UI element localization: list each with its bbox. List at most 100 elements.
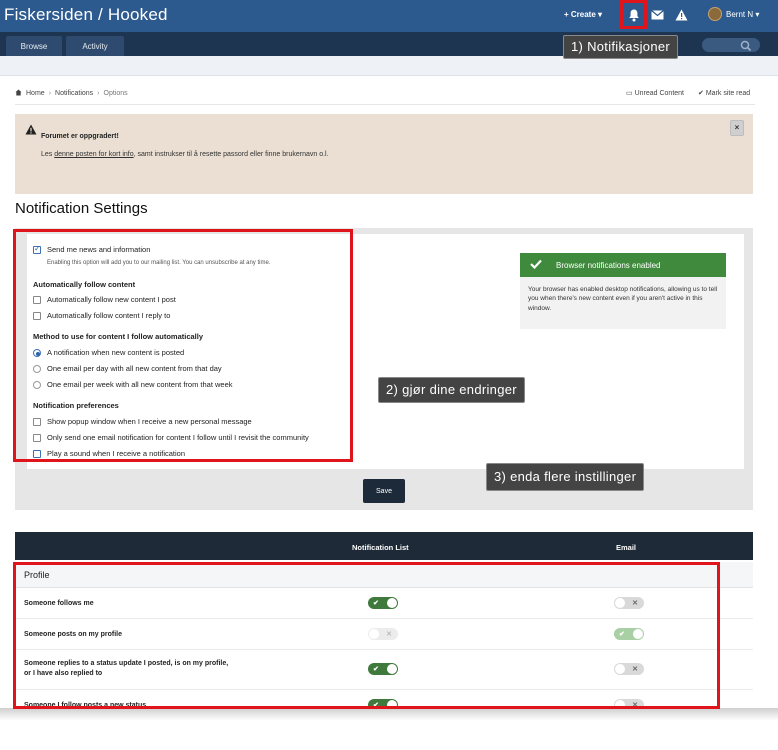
top-header: Fiskersiden / Hooked + Create ▾ Bernt N … (0, 0, 778, 32)
auto-follow-reply-label: Automatically follow content I reply to (47, 311, 171, 320)
sub-nav-strip (0, 56, 778, 76)
warning-icon[interactable] (672, 7, 690, 23)
search-icon[interactable] (740, 39, 752, 52)
checkmark-icon: ✔ (698, 90, 704, 97)
popup-label: Show popup window when I receive a new p… (47, 417, 252, 426)
user-name: Bernt N ▾ (726, 9, 760, 19)
sound-checkbox[interactable] (33, 449, 41, 458)
tab-browse[interactable]: Browse (6, 36, 62, 56)
column-notification-list: Notification List (352, 543, 409, 552)
row-label: Someone posts on my profile (24, 631, 123, 638)
preferences-heading: Notification preferences (33, 401, 119, 410)
newsletter-description: Enabling this option will add you to our… (47, 260, 271, 266)
envelope-icon[interactable] (648, 7, 666, 23)
close-button[interactable]: × (730, 120, 744, 136)
row-label: Someone replies to a status update I pos… (24, 659, 228, 679)
announcement-text-suffix: , samt instrukser til å resette passord … (133, 151, 329, 158)
inbox-icon: ▭ (626, 90, 633, 97)
method-weekly-label: One email per week with all new content … (47, 380, 233, 389)
auto-follow-new-label: Automatically follow new content I post (47, 295, 176, 304)
table-row: Someone follows me ✔ ✕ (15, 588, 753, 619)
tab-activity[interactable]: Activity (66, 36, 124, 56)
breadcrumb-separator: › (48, 90, 52, 97)
announcement-text: Les denne posten for kort info, samt ins… (41, 151, 329, 158)
newsletter-option[interactable]: Send me news and information (33, 244, 150, 254)
create-button[interactable]: + Create ▾ (564, 10, 602, 19)
announcement-banner: Forumet er oppgradert! Les denne posten … (15, 114, 753, 194)
announcement-text-prefix: Les (41, 151, 55, 158)
sound-label: Play a sound when I receive a notificati… (47, 449, 185, 458)
row-label: Someone follows me (24, 600, 94, 607)
notification-list-toggle[interactable]: ✔ (368, 597, 398, 609)
one-email-label: Only send one email notification for con… (47, 433, 309, 442)
profile-section-label: Profile (24, 570, 50, 580)
screenshot-edge (0, 708, 778, 750)
page-title: Notification Settings (15, 200, 148, 217)
save-button[interactable]: Save (363, 479, 405, 503)
email-toggle[interactable]: ✕ (614, 663, 644, 675)
unread-content-label: Unread Content (634, 90, 684, 97)
method-heading: Method to use for content I follow autom… (33, 332, 204, 341)
warning-icon (25, 122, 37, 135)
method-notification-option[interactable]: A notification when new content is poste… (33, 348, 184, 357)
method-weekly-radio[interactable] (33, 380, 41, 389)
notification-list-toggle[interactable]: ✕ (368, 628, 398, 640)
table-header: Notification List Email (15, 532, 753, 560)
breadcrumb-notifications[interactable]: Notifications (55, 90, 93, 97)
method-notification-label: A notification when new content is poste… (47, 348, 185, 357)
popup-checkbox[interactable] (33, 417, 41, 426)
check-icon: ✔ (373, 600, 379, 607)
row-label-line-1: Someone replies to a status update I pos… (24, 660, 229, 667)
method-notification-radio[interactable] (33, 348, 41, 357)
method-daily-radio[interactable] (33, 364, 41, 373)
one-email-option[interactable]: Only send one email notification for con… (33, 433, 309, 442)
method-daily-option[interactable]: One email per day with all new content f… (33, 364, 222, 373)
check-icon: ✔ (373, 666, 379, 673)
callout-make-changes: 2) gjør dine endringer (378, 377, 525, 403)
x-icon: ✕ (386, 631, 392, 638)
avatar (708, 7, 722, 21)
method-daily-label: One email per day with all new content f… (47, 364, 222, 373)
announcement-link[interactable]: denne posten for kort info (54, 151, 133, 158)
site-title[interactable]: Fiskersiden / Hooked (4, 5, 168, 25)
check-icon: ✔ (619, 631, 625, 638)
table-row: Someone posts on my profile ✕ ✔ (15, 619, 753, 650)
announcement-title: Forumet er oppgradert! (41, 133, 119, 140)
auto-follow-reply-checkbox[interactable] (33, 311, 41, 320)
sound-option[interactable]: Play a sound when I receive a notificati… (33, 449, 185, 458)
browser-notifications-banner: Browser notifications enabled (520, 253, 726, 277)
browser-notifications-title: Browser notifications enabled (556, 260, 661, 270)
auto-follow-new-option[interactable]: Automatically follow new content I post (33, 295, 176, 304)
home-icon (15, 89, 22, 98)
one-email-checkbox[interactable] (33, 433, 41, 442)
notification-bell-icon[interactable] (625, 7, 643, 23)
newsletter-checkbox[interactable] (33, 244, 41, 254)
email-toggle[interactable]: ✕ (614, 597, 644, 609)
auto-follow-heading: Automatically follow content (33, 280, 136, 289)
table-row: Someone replies to a status update I pos… (15, 650, 753, 690)
profile-section-header: Profile (15, 562, 753, 588)
browser-notifications-card: Browser notifications enabled Your brows… (520, 253, 726, 329)
breadcrumb-row: Home › Notifications › Options ▭ Unread … (15, 86, 755, 102)
method-weekly-option[interactable]: One email per week with all new content … (33, 380, 233, 389)
email-toggle[interactable]: ✔ (614, 628, 644, 640)
x-icon: ✕ (632, 600, 638, 607)
auto-follow-reply-option[interactable]: Automatically follow content I reply to (33, 311, 170, 320)
checkmark-icon (530, 259, 542, 271)
breadcrumb-separator: › (97, 90, 100, 97)
popup-option[interactable]: Show popup window when I receive a new p… (33, 417, 252, 426)
breadcrumb-home[interactable]: Home (26, 90, 45, 97)
mark-site-read-label: Mark site read (705, 90, 751, 97)
x-icon: ✕ (632, 666, 638, 673)
notification-list-toggle[interactable]: ✔ (368, 663, 398, 675)
divider (15, 104, 755, 105)
mark-site-read-link[interactable]: ✔ Mark site read (698, 89, 750, 97)
callout-notifications: 1) Notifikasjoner (563, 35, 679, 59)
callout-more-settings: 3) enda flere instillinger (486, 463, 645, 491)
unread-content-link[interactable]: ▭ Unread Content (626, 89, 684, 97)
user-menu[interactable]: Bernt N ▾ (708, 7, 759, 21)
breadcrumb: Home › Notifications › Options (15, 89, 128, 98)
auto-follow-new-checkbox[interactable] (33, 295, 41, 304)
row-label-line-2: or I have also replied to (24, 670, 103, 678)
browser-notifications-desc: Your browser has enabled desktop notific… (528, 286, 718, 312)
